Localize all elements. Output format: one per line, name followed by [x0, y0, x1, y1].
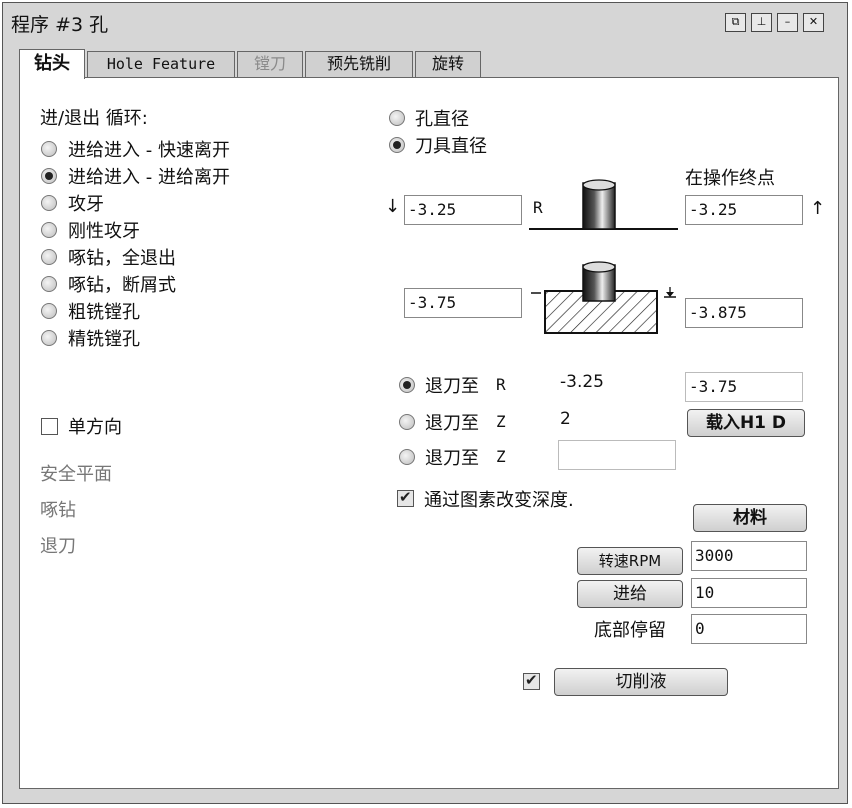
tab-rotate[interactable]: 旋转 [415, 51, 481, 77]
top-left-field[interactable]: -3.25 [404, 195, 522, 225]
close-icon[interactable]: ✕ [803, 13, 824, 32]
radio-icon[interactable] [41, 141, 57, 157]
tab-pre-mill[interactable]: 预先铣削 [305, 51, 413, 77]
feed-button[interactable]: 进给 [577, 580, 683, 608]
change-depth-label: 通过图素改变深度. [424, 490, 574, 511]
radio-icon[interactable] [41, 222, 57, 238]
radio-icon[interactable] [41, 195, 57, 211]
speed-rpm-button[interactable]: 转速RPM [577, 547, 683, 575]
pin-icon[interactable]: ⊥ [751, 13, 772, 32]
bottom-right-field[interactable]: -3.875 [685, 298, 803, 328]
tab-drill[interactable]: 钻头 [19, 49, 85, 79]
coolant-button[interactable]: 切削液 [554, 668, 728, 696]
radio-icon[interactable] [399, 414, 415, 430]
up-arrow-icon: ↑ [810, 198, 826, 219]
retract-label: 退刀 [40, 536, 76, 557]
drill-panel: 进/退出 循环: 进给进入 - 快速离开 进给进入 - 进给离开 攻牙 刚性攻牙… [19, 77, 839, 789]
load-h1-d-button[interactable]: 载入H1 D [687, 409, 805, 437]
coolant-checkbox[interactable] [523, 671, 540, 690]
title-bar: 程序 #3 孔 ⧉ ⊥ – ✕ [3, 3, 847, 41]
tab-boring[interactable]: 镗刀 [237, 51, 303, 77]
safe-plane-label: 安全平面 [40, 464, 112, 485]
change-depth-checkbox[interactable] [397, 488, 414, 507]
program-window: 程序 #3 孔 ⧉ ⊥ – ✕ 钻头 Hole Feature 镗刀 预先铣削 … [2, 2, 848, 804]
dwell-field[interactable]: 0 [691, 614, 807, 644]
radio-icon[interactable] [399, 377, 415, 393]
retract-z-value: 2 [560, 409, 571, 429]
radio-icon[interactable] [41, 249, 57, 265]
radio-icon[interactable] [389, 137, 405, 153]
cycle-heading: 进/退出 循环: [40, 108, 148, 129]
restore-icon[interactable]: ⧉ [725, 13, 746, 32]
peck-label: 啄钻 [40, 500, 76, 521]
retract-right-field[interactable]: -3.75 [685, 372, 803, 402]
tab-hole-feature[interactable]: Hole Feature [87, 51, 235, 77]
one-direction-checkbox[interactable] [41, 418, 58, 435]
bottom-left-field[interactable]: -3.75 [404, 288, 522, 318]
drill-diagram [529, 179, 678, 334]
radio-icon[interactable] [41, 168, 57, 184]
minimize-icon[interactable]: – [777, 13, 798, 32]
feed-field[interactable]: 10 [691, 578, 807, 608]
dwell-label: 底部停留 [594, 620, 666, 641]
retract-z-field[interactable] [558, 440, 676, 470]
radio-icon[interactable] [399, 449, 415, 465]
radio-icon[interactable] [389, 110, 405, 126]
at-op-end-label: 在操作终点 [685, 168, 775, 189]
speed-field[interactable]: 3000 [691, 541, 807, 571]
radio-icon[interactable] [41, 303, 57, 319]
radio-icon[interactable] [41, 276, 57, 292]
radio-icon[interactable] [41, 330, 57, 346]
window-title: 程序 #3 孔 [11, 14, 109, 36]
top-right-field[interactable]: -3.25 [685, 195, 803, 225]
retract-r-value: -3.25 [560, 372, 604, 392]
down-arrow-icon: ↓ [385, 196, 401, 217]
material-button[interactable]: 材料 [693, 504, 807, 532]
one-direction-label: 单方向 [68, 417, 122, 438]
